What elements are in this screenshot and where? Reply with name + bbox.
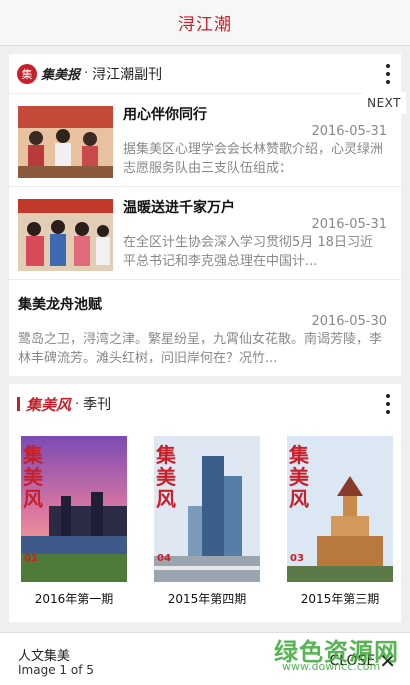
article-title: 用心伴你同行 bbox=[123, 107, 207, 123]
magazine-section-label: 季刊 bbox=[83, 397, 112, 413]
cover-issue-number: 04 bbox=[157, 553, 171, 564]
close-icon: ✕ bbox=[379, 649, 396, 673]
list-item[interactable]: 集美龙舟池赋 2016-05-30 鹭岛之卫，浔湾之津。繁星纷呈，九霄仙女花散。… bbox=[9, 280, 401, 373]
magazine-cover[interactable]: 集美风 01 2016年第一期 bbox=[21, 436, 127, 607]
cover-image: 集美风 01 bbox=[21, 436, 127, 582]
cover-caption: 2016年第一期 bbox=[34, 592, 114, 606]
newspaper-brand: 集美报 bbox=[41, 68, 81, 83]
cover-image: 集美风 03 bbox=[287, 436, 393, 582]
newspaper-logo-icon: 集 bbox=[17, 63, 37, 84]
list-item[interactable]: 用心伴你同行 2016-05-31 据集美区心理学会会长林赞歌介绍，心灵绿洲志愿… bbox=[9, 94, 401, 187]
article-title: 集美龙舟池赋 bbox=[18, 297, 102, 313]
image-caption-title: 人文集美 bbox=[18, 649, 71, 664]
close-button[interactable]: CLOSE ✕ bbox=[329, 649, 396, 673]
cover-issue-number: 01 bbox=[24, 553, 38, 564]
article-date: 2016-05-31 bbox=[311, 124, 387, 139]
news-card: 集 集美报 · 浔江潮副刊 用心伴你同行 2016-05-31 据集美区心理学会… bbox=[9, 54, 401, 376]
article-thumbnail bbox=[18, 106, 113, 178]
cover-caption: 2015年第四期 bbox=[167, 592, 247, 606]
article-thumbnail bbox=[18, 199, 113, 271]
cover-masthead: 集美风 bbox=[156, 443, 176, 511]
magazine-cover[interactable]: 集美风 04 2015年第四期 bbox=[154, 436, 260, 607]
article-summary: 鹭岛之卫，浔湾之津。繁星纷呈，九霄仙女花散。南谒芳陵，李林丰碑流芳。滩头红树，问… bbox=[18, 332, 383, 366]
magazine-cover-list: 集美风 01 2016年第一期 集美风 04 2015年第四期 集美风 03 2… bbox=[9, 424, 401, 607]
article-title: 温暖送进千家万户 bbox=[123, 200, 235, 216]
close-label: CLOSE bbox=[329, 653, 376, 669]
cover-issue-number: 03 bbox=[290, 553, 304, 564]
magazine-card: 集美风 · 季刊 集美风 01 2016年第一期 集美风 04 2015年第四期… bbox=[9, 384, 401, 622]
cover-masthead: 集美风 bbox=[289, 443, 309, 511]
next-button[interactable]: NEXT bbox=[362, 92, 406, 114]
article-summary: 在全区计生协会深入学习贯彻5月 18日习近平总书记和李克强总理在中国计... bbox=[123, 235, 373, 269]
cover-caption: 2015年第三期 bbox=[300, 592, 380, 606]
cover-masthead: 集美风 bbox=[23, 443, 43, 511]
magazine-brand: 集美风 bbox=[26, 395, 72, 414]
news-card-header: 集 集美报 · 浔江潮副刊 bbox=[9, 54, 401, 94]
image-viewer-bar: 人文集美 Image 1 of 5 CLOSE ✕ bbox=[0, 632, 410, 685]
magazine-cover[interactable]: 集美风 03 2015年第三期 bbox=[287, 436, 393, 607]
image-counter: Image 1 of 5 bbox=[18, 663, 94, 677]
more-options-icon[interactable] bbox=[381, 62, 395, 86]
brand-separator: · bbox=[84, 66, 89, 81]
magazine-card-header: 集美风 · 季刊 bbox=[9, 384, 401, 424]
news-section-label: 浔江潮副刊 bbox=[92, 66, 163, 83]
article-date: 2016-05-30 bbox=[311, 314, 387, 329]
brand-separator: · bbox=[75, 396, 80, 412]
page-title: 浔江潮 bbox=[178, 15, 232, 35]
cover-image: 集美风 04 bbox=[154, 436, 260, 582]
article-date: 2016-05-31 bbox=[311, 217, 387, 232]
top-bar: 浔江潮 bbox=[0, 0, 410, 46]
more-options-icon[interactable] bbox=[381, 392, 395, 416]
list-item[interactable]: 温暖送进千家万户 2016-05-31 在全区计生协会深入学习贯彻5月 18日习… bbox=[9, 187, 401, 280]
accent-bar bbox=[17, 397, 20, 411]
article-summary: 据集美区心理学会会长林赞歌介绍，心灵绿洲志愿服务队由三支队伍组成： bbox=[123, 142, 384, 176]
